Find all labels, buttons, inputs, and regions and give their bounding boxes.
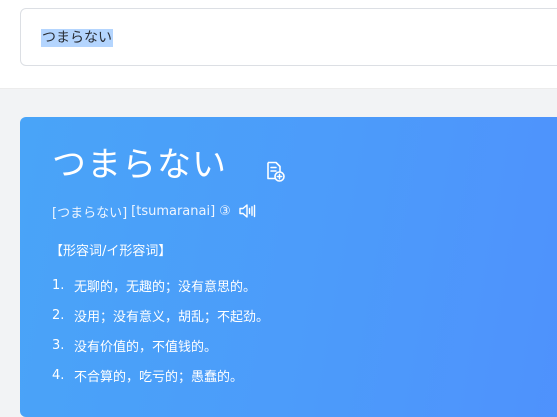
definition-list: 1. 无聊的，无趣的；没有意思的。 2. 没用；没有意义，胡乱；不起劲。 3. … xyxy=(52,270,269,390)
word-headword: つまらない xyxy=(52,145,227,185)
kana-reading: [つまらない] xyxy=(52,205,128,221)
definition-item: 1. 无聊的，无趣的；没有意思的。 xyxy=(52,270,269,300)
definition-item: 4. 不合算的，吃亏的；愚蠢的。 xyxy=(52,360,269,390)
definition-number: 1. xyxy=(52,277,65,293)
definition-text: 无聊的，无趣的；没有意思的。 xyxy=(74,279,257,295)
romaji-reading: [tsumaranai] xyxy=(131,203,216,219)
definition-item: 3. 没有价值的，不值钱的。 xyxy=(52,330,269,360)
word-card: つまらない [つまらない] [tsumaranai] ③ 【形容词/イ形容词】 … xyxy=(20,117,557,417)
definition-number: 4. xyxy=(52,367,65,383)
definition-number: 3. xyxy=(52,337,65,353)
part-of-speech: 【形容词/イ形容词】 xyxy=(50,244,172,259)
pronunciation-row: [つまらない] [tsumaranai] ③ xyxy=(52,201,256,221)
speaker-icon[interactable] xyxy=(238,203,256,219)
definition-text: 没有价值的，不值钱的。 xyxy=(74,339,218,355)
pitch-accent: ③ xyxy=(219,203,231,219)
definition-number: 2. xyxy=(52,307,65,323)
search-area: つまらない xyxy=(0,0,557,89)
definition-text: 不合算的，吃亏的；愚蠢的。 xyxy=(74,369,244,385)
definition-item: 2. 没用；没有意义，胡乱；不起劲。 xyxy=(52,300,269,330)
definition-text: 没用；没有意义，胡乱；不起劲。 xyxy=(74,309,270,325)
add-to-wordbook-icon[interactable] xyxy=(263,159,287,183)
search-query-text[interactable]: つまらない xyxy=(41,29,113,47)
search-input[interactable]: つまらない xyxy=(20,8,557,66)
